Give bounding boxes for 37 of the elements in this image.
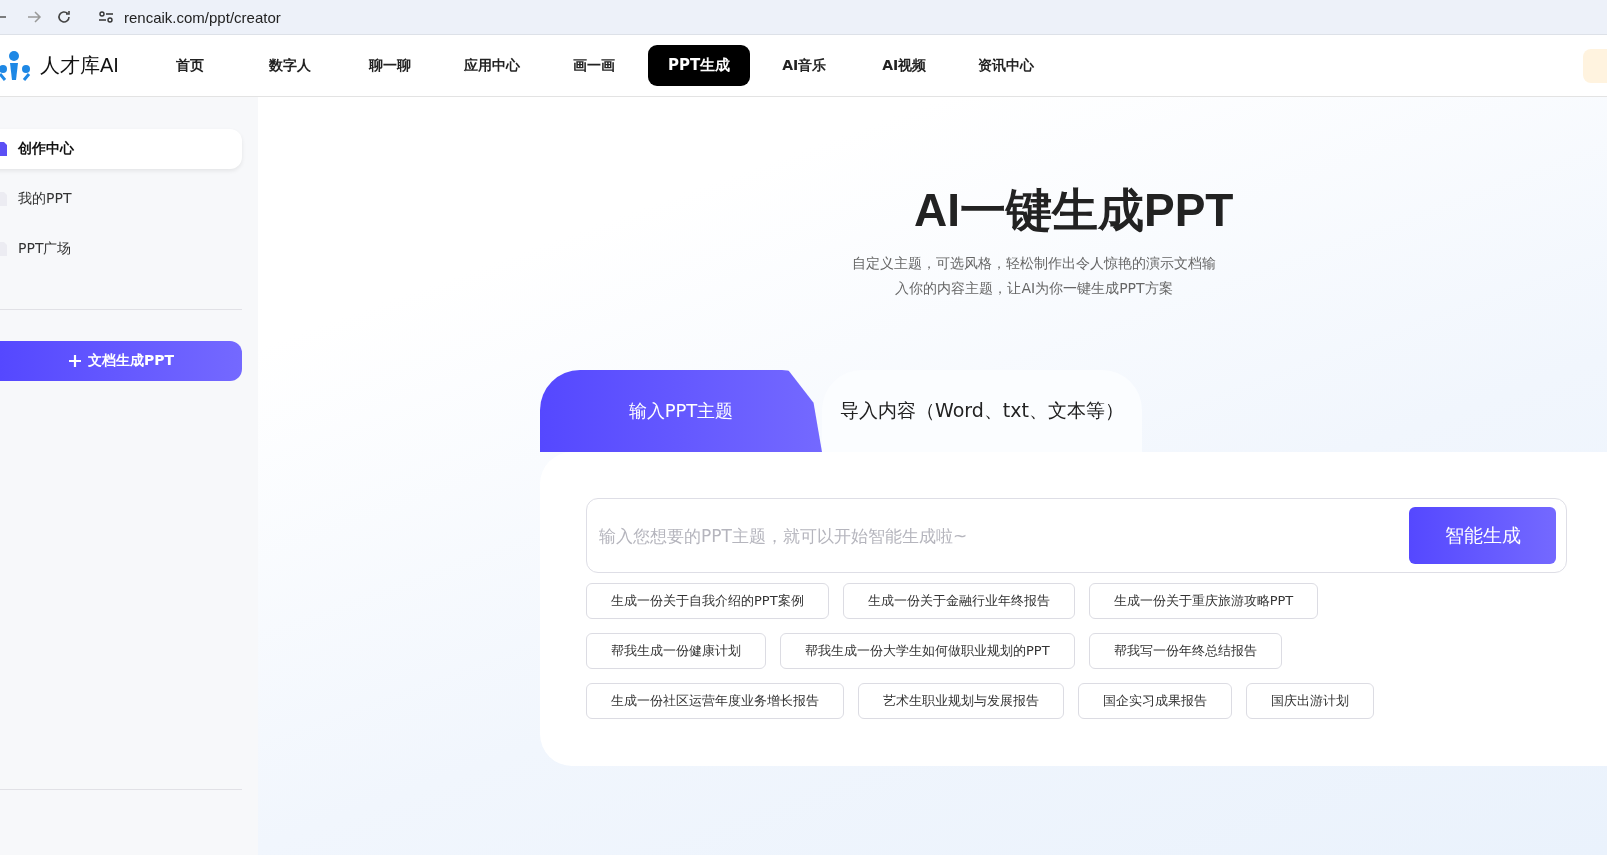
reload-icon[interactable] (56, 9, 72, 25)
nav-link[interactable]: 数字人 (244, 45, 336, 86)
suggestion-chip[interactable]: 帮我生成一份大学生如何做职业规划的PPT (780, 633, 1075, 669)
nav-link[interactable]: AI音乐 (758, 45, 851, 86)
forward-icon[interactable] (26, 9, 42, 25)
suggestion-chip[interactable]: 生成一份社区运营年度业务增长报告 (586, 683, 844, 719)
subtitle-text: 自定义主题，可选风格，轻松制作出令人惊艳的演示文档输 (852, 254, 1216, 273)
generate-button[interactable]: 智能生成 (1409, 507, 1556, 564)
tab[interactable]: 输入PPT主题 (540, 370, 822, 452)
site-settings-icon[interactable] (98, 10, 114, 24)
tab[interactable]: 导入内容（Word、txt、文本等） (822, 370, 1142, 452)
url-text: rencaik.com/ppt/creator (124, 8, 281, 26)
suggestion-chip[interactable]: 帮我写一份年终总结报告 (1088, 633, 1282, 669)
nav-link[interactable]: 资讯中心 (958, 45, 1055, 86)
logo-text: 人才库AI (40, 53, 119, 78)
topic-input-field[interactable]: 输入您想要的PPT主题，就可以开始智能生成啦~ 智能生成 (586, 498, 1567, 573)
nav-link[interactable]: 聊一聊 (344, 45, 436, 86)
logo-icon (0, 49, 32, 82)
page-title: AI一键生成PPT (913, 183, 1234, 237)
suggestion-chip[interactable]: 生成一份关于金融行业年终报告 (842, 583, 1075, 619)
sidebar-item[interactable]: 我的PPT (0, 179, 242, 219)
sidebar-item[interactable]: 创作中心 (0, 129, 242, 169)
nav-link[interactable]: 画一画 (548, 45, 640, 86)
sidebar-item[interactable]: PPT广场 (0, 229, 242, 269)
nav-link[interactable]: 应用中心 (444, 45, 540, 86)
nav-link[interactable]: AI视频 (858, 45, 951, 86)
plus-icon (67, 354, 82, 368)
generate-from-document-button[interactable]: 文档生成PPT (0, 341, 242, 381)
suggestion-chip[interactable]: 国企实习成果报告 (1078, 683, 1232, 719)
suggestion-chip[interactable]: 帮我生成一份健康计划 (586, 633, 766, 669)
suggestion-chip[interactable]: 生成一份关于重庆旅游攻略PPT (1088, 583, 1319, 619)
suggestion-chip[interactable]: 国庆出游计划 (1246, 683, 1374, 719)
subtitle-text: 入你的内容主题，让AI为你一键生成PPT方案 (894, 279, 1174, 298)
nav-link[interactable]: PPT生成 (648, 45, 751, 86)
suggestion-chip[interactable]: 艺术生职业规划与发展报告 (858, 683, 1064, 719)
suggestion-chip[interactable]: 生成一份关于自我介绍的PPT案例 (586, 583, 829, 619)
nav-link[interactable]: 首页 (144, 45, 236, 86)
